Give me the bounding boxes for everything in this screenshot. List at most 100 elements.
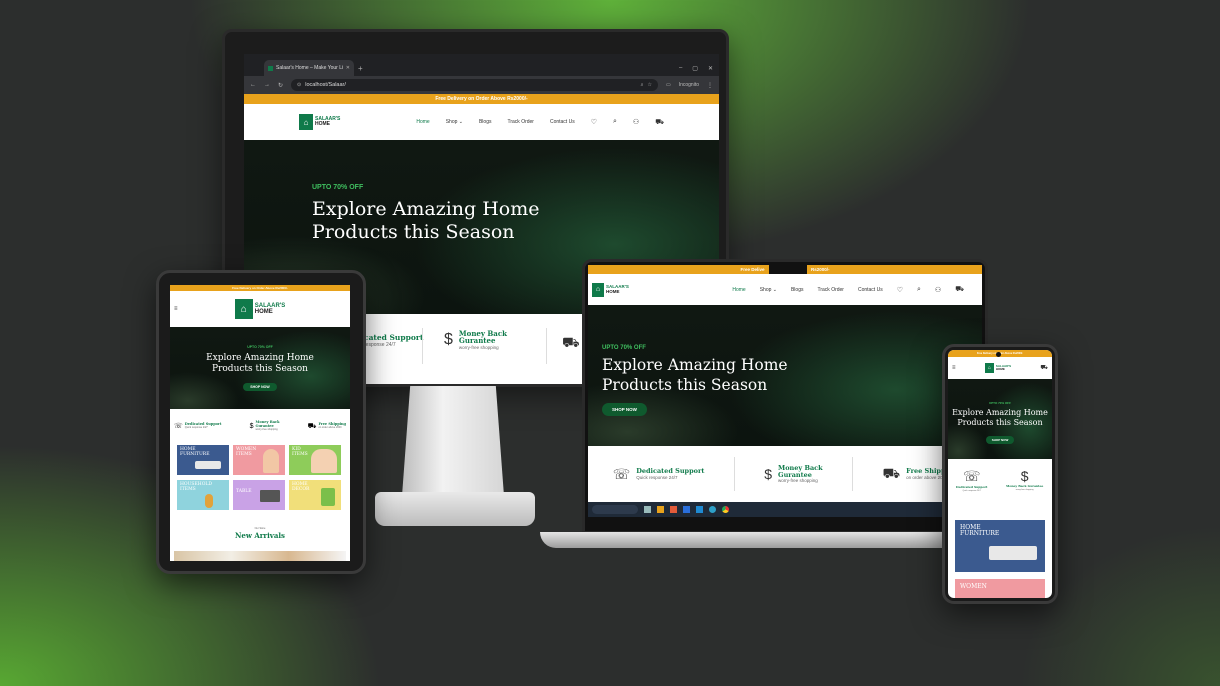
laptop-nav-shop[interactable]: Shop ⌄ (760, 287, 777, 293)
phone-header: ≡ ⌂ SALAAR'S HOME ⛟ (948, 357, 1052, 379)
phone-screen: Free Delivery on Order Above Rs2000/- ≡ … (948, 350, 1052, 598)
taskbar-app-3-icon[interactable] (670, 506, 677, 513)
cart-icon[interactable]: ⛟ (655, 118, 664, 127)
taskbar-vscode-icon[interactable] (696, 506, 703, 513)
laptop-feature-money: $ Money Back Gurantee worry-free shoppin… (764, 464, 822, 484)
tablet-money-icon: $ (249, 422, 254, 430)
laptop-nav-blogs[interactable]: Blogs (791, 287, 804, 293)
laptop-hero-eyebrow: UPTO 70% OFF (602, 345, 646, 351)
laptop-nav: Home Shop ⌄ Blogs Track Order Contact Us… (732, 285, 978, 294)
laptop-nav-track-order[interactable]: Track Order (817, 287, 843, 293)
zoom-icon[interactable]: ⌕ (641, 82, 644, 88)
laptop-hero-line2: Products this Season (602, 376, 768, 394)
monitor-stand-base (375, 492, 535, 526)
hero-heading-line1: Explore Amazing Home (312, 198, 540, 220)
wishlist-icon[interactable]: ♡ (591, 118, 597, 126)
bookmark-icon[interactable]: ☆ (647, 82, 651, 88)
laptop-money-title-2: Gurantee (778, 470, 812, 479)
laptop-taskbar: EN (588, 502, 982, 517)
phone-shop-now-button[interactable]: SHOP NOW (985, 436, 1015, 444)
taskbar-app-4-icon[interactable] (683, 506, 690, 513)
laptop-hero-heading: Explore Amazing Home Products this Seaso… (602, 355, 788, 395)
phone-tile-home-furniture[interactable]: HOME FURNITURE (955, 520, 1045, 572)
menu-icon[interactable]: ⋮ (707, 82, 713, 89)
phone-logo[interactable]: ⌂ SALAAR'S HOME (984, 363, 1011, 373)
laptop-screen: Free Delive Rs2000/- ⌂ SALAAR'S HOME Hom… (588, 265, 982, 517)
phone-money-sub: worry-free shopping (1015, 489, 1034, 492)
phone-tile-women[interactable]: WOMEN (955, 579, 1045, 598)
hero-eyebrow: UPTO 70% OFF (312, 184, 364, 191)
minimize-icon[interactable]: – (679, 65, 682, 72)
logo-house-icon: ⌂ (299, 114, 313, 130)
laptop-support-title: Dedicated Support (636, 467, 705, 476)
phone-logo-house-icon: ⌂ (984, 363, 994, 373)
taskbar-edge-icon[interactable] (709, 506, 716, 513)
tablet-shop-now-button[interactable]: SHOP NOW (243, 383, 277, 391)
woman-image (263, 449, 279, 473)
new-tab-icon[interactable]: + (358, 64, 363, 73)
tile-table[interactable]: TABLE (233, 480, 285, 510)
laptop-nav-contact-us[interactable]: Contact Us (858, 287, 883, 293)
truck-icon: ⛟ (562, 334, 580, 350)
nav-home[interactable]: Home (416, 119, 429, 125)
laptop-account-icon[interactable]: ⚇ (935, 286, 941, 294)
tablet-truck-icon: ⛟ (307, 422, 317, 430)
tile-women-items[interactable]: WOMEN ITEMS (233, 445, 285, 475)
account-icon[interactable]: ⚇ (633, 118, 639, 126)
tab-close-icon[interactable]: ✕ (346, 65, 350, 71)
reload-icon[interactable]: ↻ (278, 82, 283, 89)
laptop-hero: UPTO 70% OFF Explore Amazing Home Produc… (588, 305, 982, 446)
search-icon[interactable]: ⌕ (613, 118, 617, 126)
window-controls: – ▢ ✕ (679, 65, 719, 72)
tile-kid-items[interactable]: KID ITEMS (289, 445, 341, 475)
tablet-menu-icon[interactable]: ≡ (174, 306, 178, 312)
incognito-label[interactable]: Incognito (679, 82, 699, 88)
tile-household-items[interactable]: HOUSEHOLD ITEMS (177, 480, 229, 510)
laptop-promo-end: Rs2000/- (811, 267, 830, 272)
taskbar-app-1-icon[interactable] (644, 506, 651, 513)
browser-toolbar: ← → ↻ ⊙ localhost/Salaar/ ⌕ ☆ ▭ Incognit… (244, 76, 719, 94)
phone-support-sub: Quick response 24/7 (962, 490, 981, 493)
tile-home-furniture[interactable]: HOME FURNITURE (177, 445, 229, 475)
browser-tabstrip: Salaar's Home – Make Your Li ✕ + – ▢ ✕ (244, 54, 719, 76)
site-info-icon[interactable]: ⊙ (297, 82, 301, 88)
feature-divider-2 (546, 328, 547, 364)
laptop-logo[interactable]: ⌂ SALAAR'S HOME (592, 282, 629, 297)
tablet-features: ☏ Dedicated Support Quick response 24/7 … (174, 415, 346, 437)
nav-track-order[interactable]: Track Order (507, 119, 533, 125)
laptop-promo-start: Free Delive (740, 267, 765, 272)
laptop-promo-bar: Free Delive Rs2000/- (588, 265, 982, 274)
browser-tab[interactable]: Salaar's Home – Make Your Li ✕ (264, 60, 354, 76)
site-logo[interactable]: ⌂ SALAAR'S HOME (299, 114, 340, 130)
extensions-icon[interactable]: ▭ (666, 82, 671, 88)
feature-money-back: $ Money Back Gurantee worry-free shoppin… (444, 330, 507, 350)
nav-shop[interactable]: Shop ⌄ (446, 119, 463, 125)
site-header: ⌂ SALAAR'S HOME Home Shop ⌄ Blogs Track … (244, 104, 719, 140)
tablet-shipping-sub: on order above 2000 (318, 426, 342, 430)
tablet-feature-support: ☏ Dedicated Support Quick response 24/7 (174, 422, 221, 430)
nav-blogs[interactable]: Blogs (479, 119, 492, 125)
laptop-search-icon[interactable]: ⌕ (917, 286, 921, 294)
tablet-logo[interactable]: ⌂ SALAAR'S HOME (234, 299, 285, 319)
laptop-wishlist-icon[interactable]: ♡ (897, 286, 903, 294)
address-bar[interactable]: ⊙ localhost/Salaar/ ⌕ ☆ (291, 79, 658, 91)
phone-menu-icon[interactable]: ≡ (952, 365, 956, 371)
phone-money-title: Money Back Gurantee (1006, 484, 1043, 488)
monitor-stand-neck (402, 386, 504, 496)
laptop-cart-icon[interactable]: ⛟ (955, 285, 964, 294)
close-window-icon[interactable]: ✕ (708, 65, 713, 72)
taskbar-chrome-icon[interactable] (722, 506, 729, 513)
taskbar-app-2-icon[interactable] (657, 506, 664, 513)
tablet-header: ≡ ⌂ SALAAR'S HOME (170, 291, 350, 327)
maximize-icon[interactable]: ▢ (692, 65, 698, 72)
tile-home-decor[interactable]: HOME DECOR (289, 480, 341, 510)
forward-icon[interactable]: → (264, 82, 270, 88)
laptop-shop-now-button[interactable]: SHOP NOW (602, 403, 647, 416)
laptop-nav-home[interactable]: Home (732, 287, 745, 293)
phone-cart-icon[interactable]: ⛟ (1040, 364, 1048, 372)
taskbar-search[interactable] (592, 505, 638, 514)
back-icon[interactable]: ← (250, 82, 256, 88)
laptop-money-sub: worry-free shopping (778, 478, 818, 484)
nav-contact-us[interactable]: Contact Us (550, 119, 575, 125)
tablet-logo-house-icon: ⌂ (234, 299, 253, 319)
